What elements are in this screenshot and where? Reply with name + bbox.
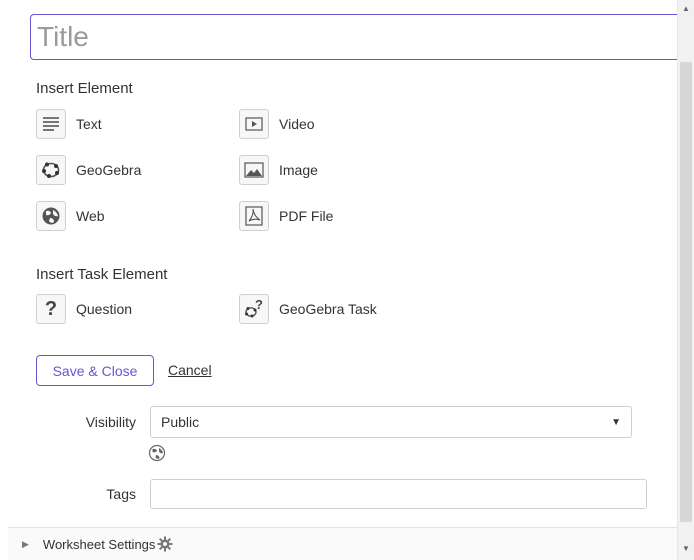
tags-input[interactable] — [150, 479, 647, 509]
geogebra-task-icon: ? — [239, 294, 269, 324]
insert-web-button[interactable]: Web — [36, 200, 105, 232]
question-icon: ? — [36, 294, 66, 324]
insert-pdf-button[interactable]: PDF File — [239, 200, 333, 232]
insert-image-label: Image — [279, 162, 318, 178]
insert-element-heading: Insert Element — [36, 80, 133, 97]
pdf-icon — [239, 201, 269, 231]
image-icon — [239, 155, 269, 185]
insert-geogebra-task-button[interactable]: ? GeoGebra Task — [239, 293, 377, 325]
scrollbar-thumb[interactable] — [680, 62, 692, 522]
vertical-scrollbar[interactable]: ▲ ▼ — [677, 0, 694, 560]
insert-video-label: Video — [279, 116, 315, 132]
cancel-link[interactable]: Cancel — [168, 362, 212, 378]
worksheet-settings-label: Worksheet Settings — [42, 536, 156, 552]
worksheet-settings-toggle[interactable]: ▶ Worksheet Settings — [8, 527, 678, 560]
globe-icon — [148, 444, 166, 467]
visibility-value: Public — [161, 414, 200, 430]
geogebra-icon — [36, 155, 66, 185]
globe-icon — [36, 201, 66, 231]
svg-text:?: ? — [255, 298, 263, 312]
insert-task-heading: Insert Task Element — [36, 266, 168, 283]
visibility-label: Visibility — [85, 414, 136, 430]
insert-video-button[interactable]: Video — [239, 108, 315, 140]
insert-text-button[interactable]: Text — [36, 108, 102, 140]
text-icon — [36, 109, 66, 139]
scroll-up-arrow-icon[interactable]: ▲ — [682, 4, 690, 13]
video-icon — [239, 109, 269, 139]
chevron-down-icon: ▼ — [611, 416, 621, 428]
save-close-button[interactable]: Save & Close — [36, 355, 154, 386]
insert-geogebra-label: GeoGebra — [76, 162, 142, 178]
gear-icon — [157, 536, 173, 552]
insert-web-label: Web — [76, 208, 105, 224]
chevron-right-icon: ▶ — [22, 538, 29, 549]
title-input[interactable] — [30, 14, 694, 60]
insert-question-label: Question — [76, 301, 133, 317]
insert-question-button[interactable]: ? Question — [36, 293, 132, 325]
insert-text-label: Text — [76, 116, 102, 132]
insert-geogebra-button[interactable]: GeoGebra — [36, 154, 141, 186]
visibility-select[interactable]: Public ▼ — [150, 406, 632, 438]
scroll-down-arrow-icon[interactable]: ▼ — [682, 544, 690, 553]
tags-label: Tags — [106, 486, 136, 502]
insert-pdf-label: PDF File — [279, 208, 334, 224]
insert-image-button[interactable]: Image — [239, 154, 318, 186]
insert-geogebra-task-label: GeoGebra Task — [279, 301, 377, 317]
